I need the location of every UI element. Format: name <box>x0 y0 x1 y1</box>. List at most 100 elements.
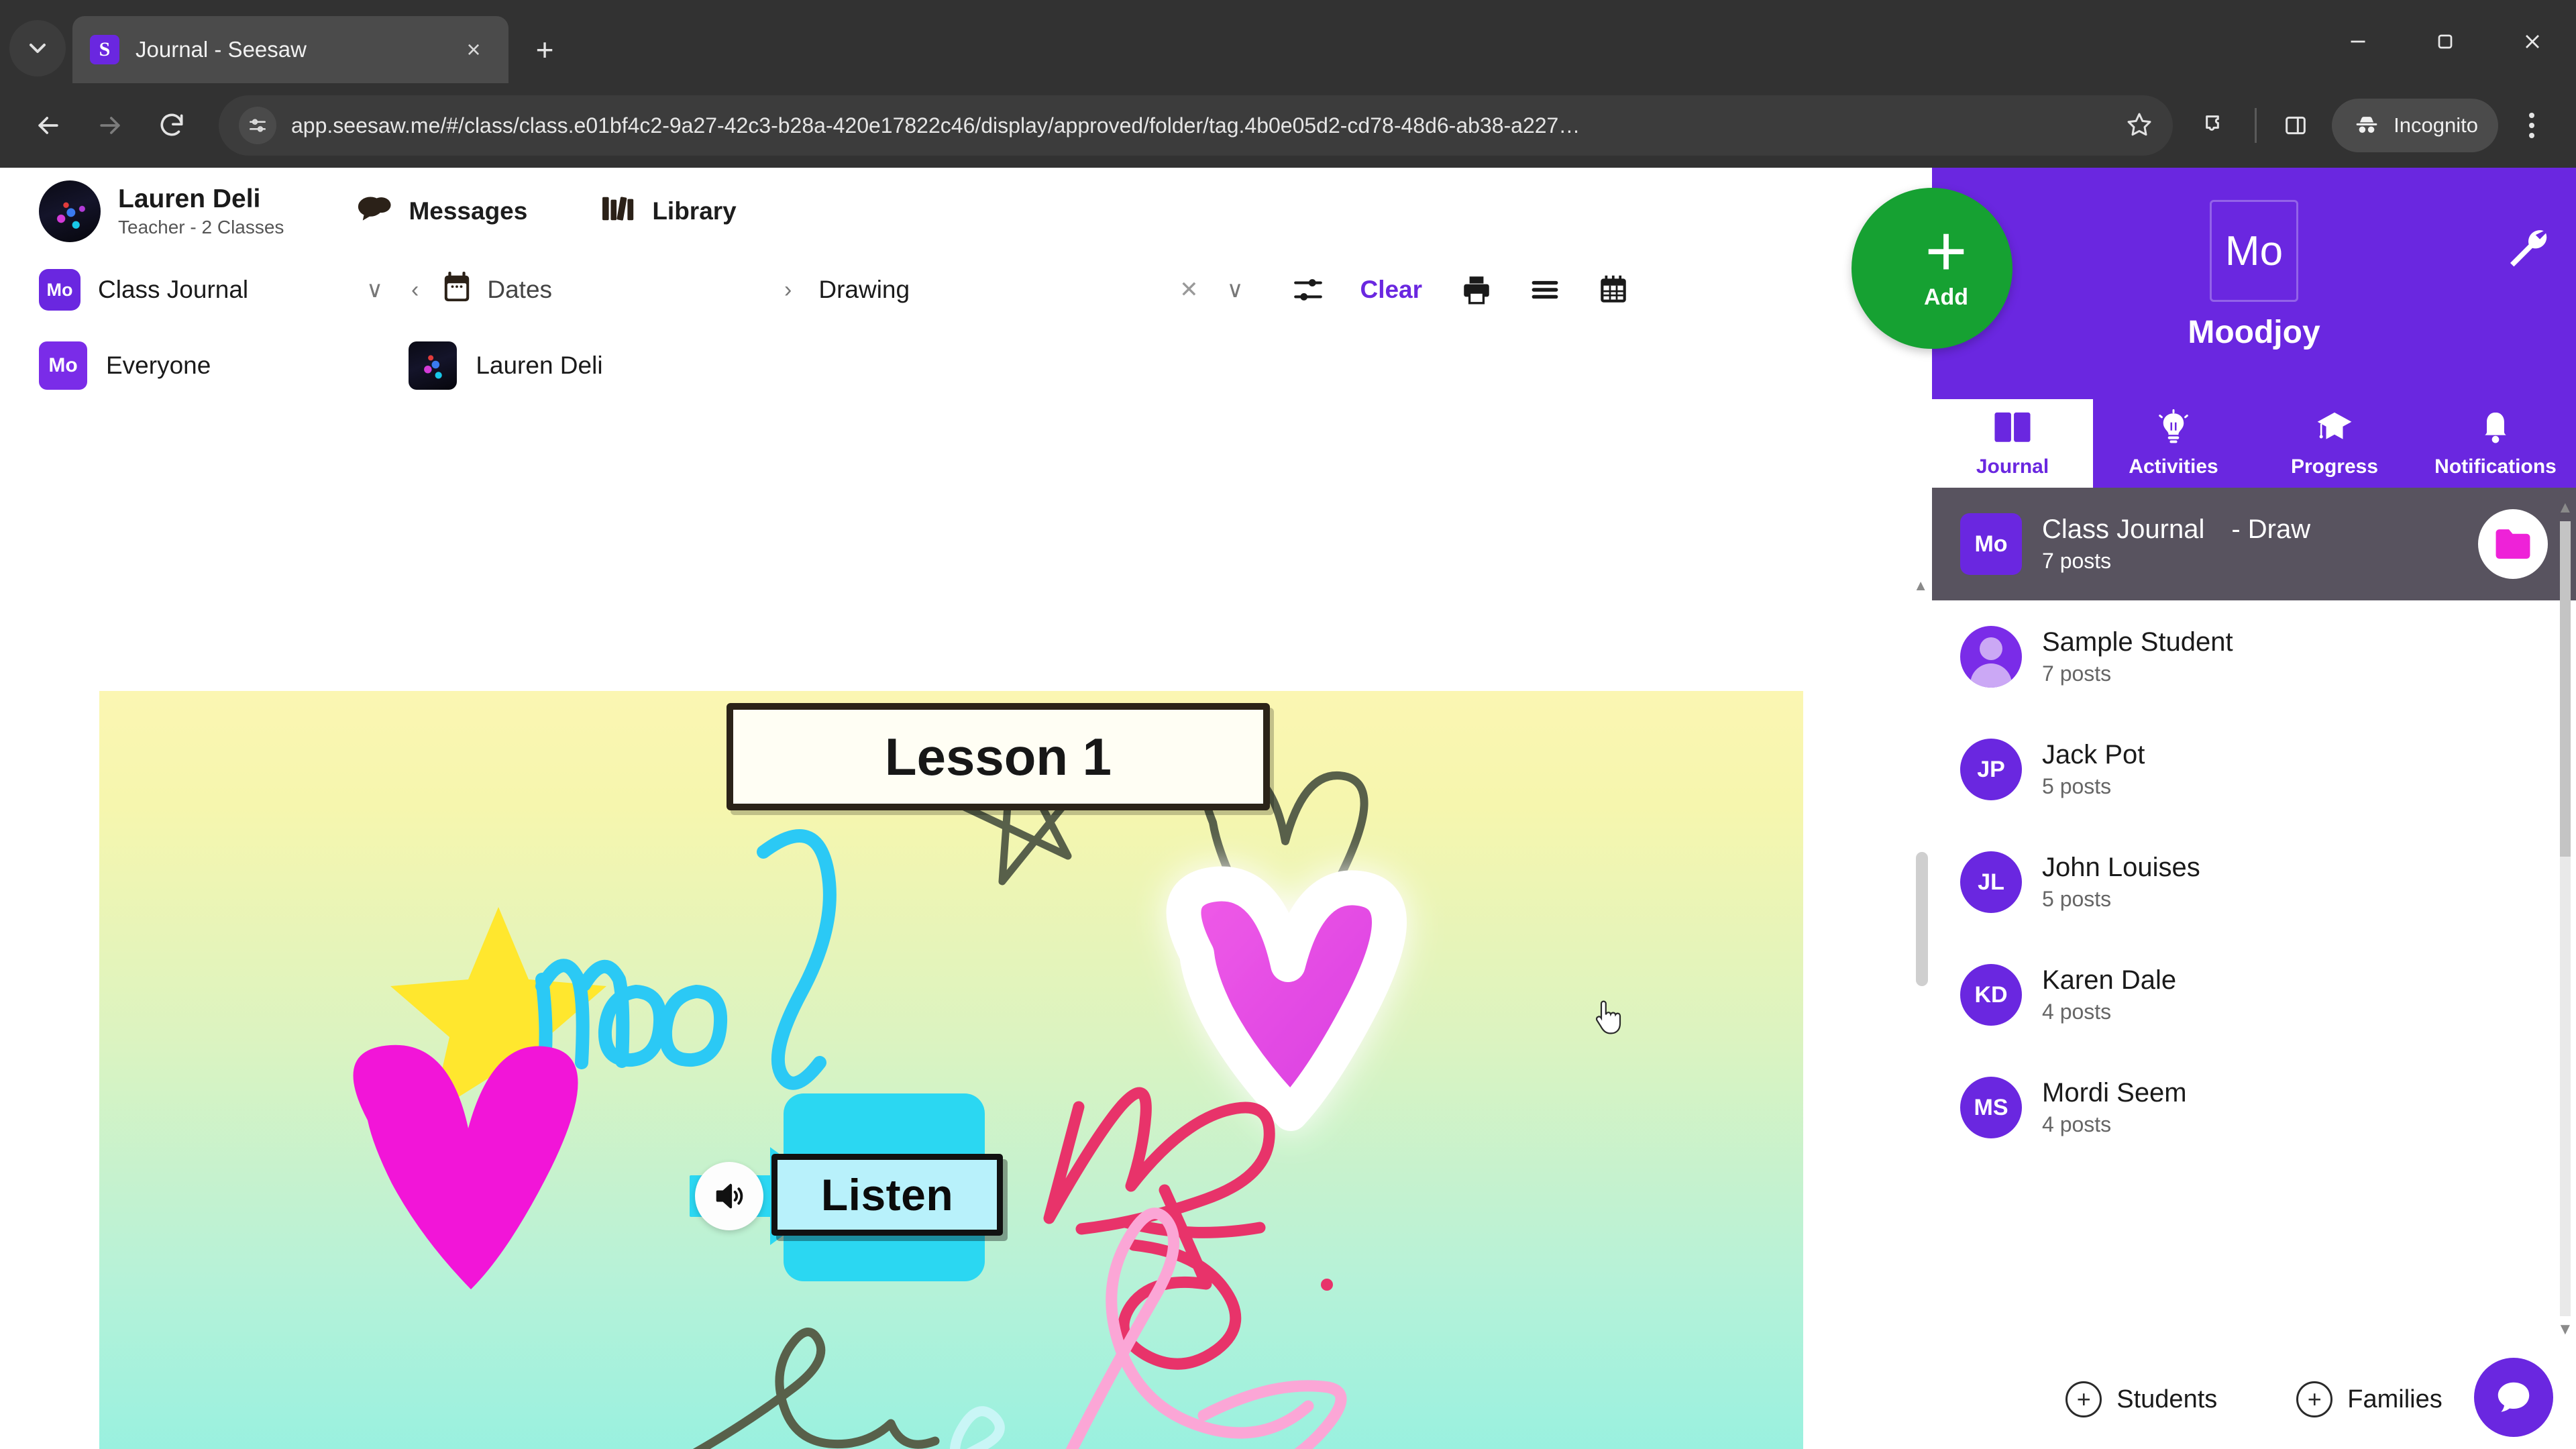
tab-activities[interactable]: Activities <box>2093 399 2254 488</box>
tab-label-journal: Journal <box>1976 455 2049 478</box>
scroll-up-icon[interactable]: ▲ <box>2557 498 2573 517</box>
nav-item-library[interactable]: Library <box>600 193 737 230</box>
listen-label-box: Listen <box>771 1154 1003 1236</box>
olive-cursive-stroke <box>692 1328 940 1449</box>
class-name-label[interactable]: Class Journal <box>98 276 248 304</box>
list-item-name: Mordi Seem <box>2042 1078 2187 1108</box>
list-item-name: Jack Pot <box>2042 740 2145 769</box>
minimize-icon[interactable] <box>2314 0 2402 83</box>
list-item-sample-student[interactable]: Sample Student 7 posts <box>1932 600 2576 713</box>
student-avatar: JP <box>1960 739 2022 800</box>
address-bar[interactable]: app.seesaw.me/#/class/class.e01bf4c2-9a2… <box>219 95 2174 156</box>
list-item-john-louises[interactable]: JL John Louises 5 posts <box>1932 826 2576 938</box>
tab-journal[interactable]: Journal <box>1932 399 2093 488</box>
speaker-volume-icon[interactable] <box>695 1162 763 1230</box>
main-scrollbar-thumb[interactable] <box>1916 852 1928 986</box>
printer-icon[interactable] <box>1460 273 1493 307</box>
tab-title: Journal - Seesaw <box>136 37 307 62</box>
plus-circle-icon: + <box>2065 1381 2102 1417</box>
lightbulb-icon <box>2153 409 2194 450</box>
back-icon[interactable] <box>17 95 79 156</box>
user-role: Teacher - 2 Classes <box>118 216 284 237</box>
url-text: app.seesaw.me/#/class/class.e01bf4c2-9a2… <box>291 113 1580 138</box>
main-scroll-up-icon[interactable]: ▲ <box>1913 577 1928 594</box>
library-books-icon <box>600 193 652 230</box>
calendar-icon <box>441 270 487 310</box>
student-avatar: KD <box>1960 964 2022 1026</box>
list-item-jack-pot[interactable]: JP Jack Pot 5 posts <box>1932 713 2576 826</box>
browser-tab[interactable]: S Journal - Seesaw × <box>72 16 508 83</box>
tab-label-progress: Progress <box>2290 455 2379 478</box>
add-students-button[interactable]: + Students <box>2065 1381 2217 1417</box>
clear-filters-button[interactable]: Clear <box>1360 276 1422 304</box>
class-avatar: Mo <box>1960 513 2022 575</box>
list-item-posts: 5 posts <box>2042 887 2112 911</box>
incognito-indicator[interactable]: Incognito <box>2332 99 2498 152</box>
tab-progress[interactable]: Progress <box>2254 399 2415 488</box>
right-sidebar: + Add Mo Moodjoy Journal Activities Prog… <box>1851 168 2576 1449</box>
tag-dropdown-chevron-down-icon[interactable]: ∨ <box>1216 270 1254 310</box>
close-tab-icon[interactable]: × <box>456 32 491 67</box>
scroll-down-icon[interactable]: ▼ <box>2557 1320 2573 1339</box>
tab-search-icon[interactable] <box>9 20 66 76</box>
favicon-letter: S <box>99 38 111 60</box>
close-window-icon[interactable] <box>2489 0 2576 83</box>
side-panel-icon[interactable] <box>2269 99 2322 152</box>
calendar-grid-icon[interactable] <box>1597 273 1630 307</box>
add-plus-icon: + <box>1925 209 1968 291</box>
clear-tag-close-icon[interactable]: ✕ <box>1169 270 1210 310</box>
sidebar-student-list[interactable]: Mo Class Journal - Draw 7 posts Sample S… <box>1932 488 2576 1350</box>
forward-icon[interactable] <box>79 95 141 156</box>
dates-filter[interactable]: Dates <box>441 270 552 310</box>
list-item-name: John Louises <box>2042 853 2200 882</box>
sidebar-header: + Add Mo Moodjoy <box>1851 168 2576 399</box>
add-families-button[interactable]: + Families <box>2296 1381 2443 1417</box>
new-tab-button[interactable]: + <box>519 24 570 75</box>
add-families-label: Families <box>2347 1385 2443 1413</box>
chip-everyone[interactable]: Mo Everyone <box>39 341 211 390</box>
chrome-menu-icon[interactable] <box>2505 99 2559 152</box>
reload-icon[interactable] <box>141 95 203 156</box>
list-item-mordi-seem[interactable]: MS Mordi Seem 4 posts <box>1932 1051 2576 1164</box>
wrench-icon[interactable] <box>2502 223 2551 274</box>
chip-lauren-deli[interactable]: Lauren Deli <box>409 341 603 390</box>
dates-prev-arrow[interactable]: ‹ <box>400 270 429 310</box>
add-button[interactable]: + Add <box>1851 188 2012 349</box>
extensions-icon[interactable] <box>2189 99 2243 152</box>
current-user[interactable]: Lauren Deli Teacher - 2 Classes <box>39 180 284 242</box>
student-avatar: JL <box>1960 851 2022 913</box>
list-item-class-journal[interactable]: Mo Class Journal - Draw 7 posts <box>1932 488 2576 600</box>
person-icon <box>1960 626 2022 688</box>
maximize-icon[interactable] <box>2402 0 2489 83</box>
list-item-karen-dale[interactable]: KD Karen Dale 4 posts <box>1932 938 2576 1051</box>
list-icon[interactable] <box>1528 273 1562 307</box>
chat-bubbles-icon <box>356 193 409 230</box>
class-dropdown-chevron-down-icon[interactable]: ∨ <box>356 270 394 310</box>
folder-icon[interactable] <box>2478 509 2548 579</box>
glowing-pink-heart <box>1166 866 1407 1131</box>
dates-label: Dates <box>487 276 553 303</box>
bookmark-star-icon[interactable] <box>2126 111 2153 141</box>
nav-item-messages[interactable]: Messages <box>356 193 527 230</box>
dates-next-arrow[interactable]: › <box>773 270 802 310</box>
window-controls <box>2314 0 2576 83</box>
site-settings-icon[interactable] <box>239 107 276 144</box>
post-drawing[interactable]: Lesson 1 Listen <box>99 691 1803 1449</box>
chip-initials: Mo <box>39 341 87 390</box>
avatar <box>39 180 101 242</box>
seesaw-favicon: S <box>90 35 119 64</box>
tab-label-notifications: Notifications <box>2434 455 2557 478</box>
chat-bubble-icon[interactable] <box>2474 1358 2553 1437</box>
bell-icon <box>2475 409 2516 450</box>
active-tag-label[interactable]: Drawing <box>818 276 910 304</box>
list-item-name: Sample Student <box>2042 627 2233 657</box>
sliders-icon[interactable] <box>1291 273 1325 307</box>
student-avatar: MS <box>1960 1077 2022 1138</box>
tab-notifications[interactable]: Notifications <box>2415 399 2576 488</box>
scrollbar-thumb[interactable] <box>2560 521 2571 857</box>
class-initials-chip: Mo <box>39 269 80 311</box>
sidebar-scrollbar[interactable]: ▲ ▼ <box>2556 494 2573 1343</box>
drawing-canvas[interactable]: Lesson 1 Listen <box>99 691 1803 1449</box>
lesson-title-text: Lesson 1 <box>884 727 1112 786</box>
list-item-posts: 7 posts <box>2042 661 2112 686</box>
